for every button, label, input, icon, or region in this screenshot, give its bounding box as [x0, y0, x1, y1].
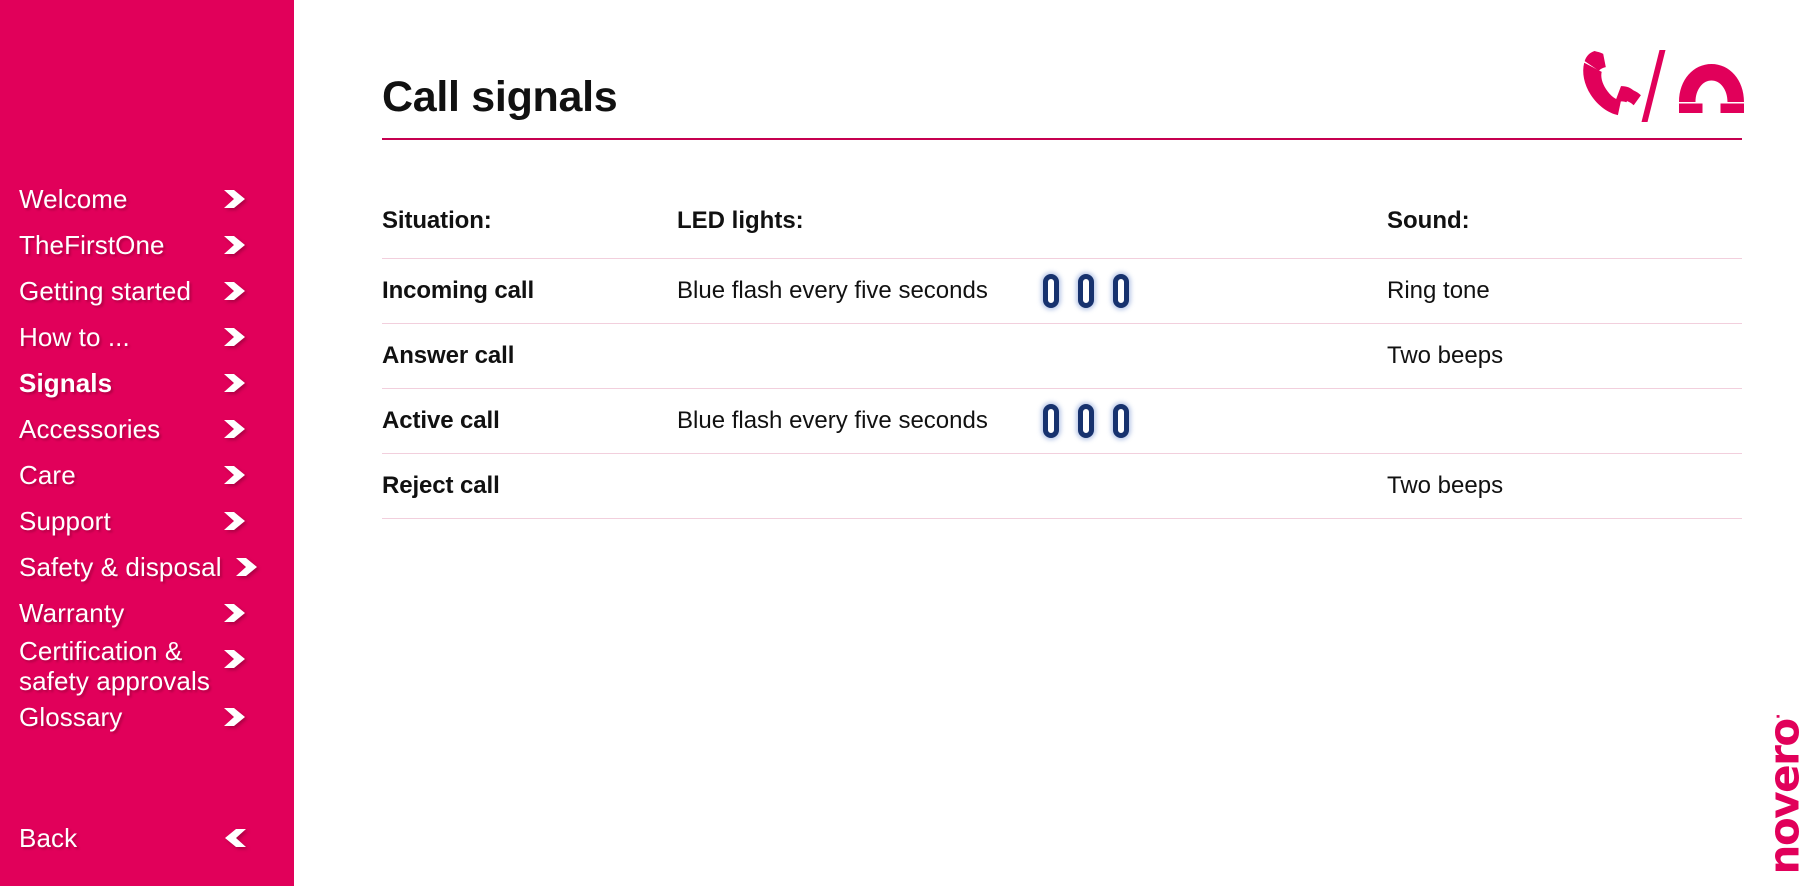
- chevron-right-icon: [224, 189, 246, 209]
- registered-mark: ·: [1769, 713, 1788, 720]
- sidebar-item-label: Glossary: [19, 702, 123, 732]
- cell-situation: Active call: [382, 407, 500, 434]
- chevron-right-icon: [224, 419, 246, 439]
- chevron-right-icon: [224, 235, 246, 255]
- chevron-right-icon: [224, 465, 246, 485]
- led-indicator: [1112, 404, 1129, 438]
- table-row: Active call Blue flash every five second…: [382, 389, 1742, 454]
- sidebar-item-getting-started[interactable]: Getting started: [0, 268, 294, 314]
- column-header-led-lights: LED lights:: [677, 207, 804, 234]
- chevron-right-icon: [236, 557, 258, 577]
- column-header-sound: Sound:: [1387, 207, 1470, 234]
- chevron-right-icon: [224, 603, 246, 623]
- chevron-right-icon: [224, 327, 246, 347]
- table-row: Reject call Two beeps: [382, 454, 1742, 519]
- sidebar-item-label: TheFirstOne: [19, 230, 165, 260]
- sidebar-item-label: Warranty: [19, 598, 125, 628]
- led-indicator-group: [1042, 274, 1129, 308]
- chevron-left-icon: [224, 828, 246, 848]
- led-indicator: [1077, 404, 1094, 438]
- title-divider: [382, 138, 1742, 140]
- sidebar-back-button[interactable]: Back: [0, 815, 294, 861]
- sidebar-item-glossary[interactable]: Glossary: [0, 694, 294, 740]
- call-handset-slash-hangup-icon: [1569, 48, 1744, 126]
- led-indicator: [1042, 404, 1059, 438]
- chevron-right-icon: [224, 373, 246, 393]
- sidebar-item-welcome[interactable]: Welcome: [0, 176, 294, 222]
- sidebar-item-care[interactable]: Care: [0, 452, 294, 498]
- sidebar-back-label: Back: [19, 823, 78, 853]
- sidebar-item-label: Welcome: [19, 184, 128, 214]
- led-indicator: [1077, 274, 1094, 308]
- led-indicator-group: [1042, 404, 1129, 438]
- chevron-right-icon: [224, 649, 246, 669]
- sidebar-item-label: Safety & disposal: [19, 552, 222, 582]
- cell-situation: Incoming call: [382, 277, 535, 304]
- cell-led-lights: Blue flash every five seconds: [677, 274, 1387, 308]
- sidebar-item-thefirstone[interactable]: TheFirstOne: [0, 222, 294, 268]
- sidebar-item-label: Care: [19, 460, 76, 490]
- signal-table: Situation: LED lights: Sound: Incoming c…: [382, 207, 1742, 519]
- chevron-right-icon: [224, 511, 246, 531]
- led-indicator: [1042, 274, 1059, 308]
- sidebar-item-label: Support: [19, 506, 111, 536]
- sidebar-item-support[interactable]: Support: [0, 498, 294, 544]
- main-content: Call signals Situation: LED lights: Soun…: [294, 0, 1813, 886]
- sidebar-item-label: Getting started: [19, 276, 192, 306]
- cell-situation: Answer call: [382, 342, 515, 369]
- sidebar-item-signals[interactable]: Signals: [0, 360, 294, 406]
- cell-led-lights: Blue flash every five seconds: [677, 404, 1387, 438]
- led-indicator: [1112, 274, 1129, 308]
- column-header-situation: Situation:: [382, 207, 492, 234]
- sidebar-item-how-to[interactable]: How to ...: [0, 314, 294, 360]
- cell-sound: Two beeps: [1387, 342, 1504, 369]
- sidebar-item-label: How to ...: [19, 322, 130, 352]
- chevron-right-icon: [224, 707, 246, 727]
- table-row: Answer call Two beeps: [382, 324, 1742, 389]
- cell-sound: Ring tone: [1387, 277, 1490, 304]
- cell-situation: Reject call: [382, 472, 500, 499]
- sidebar-item-warranty[interactable]: Warranty: [0, 590, 294, 636]
- cell-sound: Two beeps: [1387, 472, 1504, 499]
- table-row: Incoming call Blue flash every five seco…: [382, 259, 1742, 324]
- sidebar-item-label: Signals: [19, 368, 113, 398]
- sidebar-item-safety-and-disposal[interactable]: Safety & disposal: [0, 544, 294, 590]
- sidebar-item-accessories[interactable]: Accessories: [0, 406, 294, 452]
- table-header-row: Situation: LED lights: Sound:: [382, 207, 1742, 259]
- sidebar-item-label: Certification & safety approvals: [19, 636, 210, 696]
- novero-logo-text: novero·: [1759, 713, 1809, 875]
- sidebar-item-list: Welcome TheFirstOne Getting started How …: [0, 176, 294, 740]
- sidebar-item-label: Accessories: [19, 414, 161, 444]
- sidebar-navigation: Welcome TheFirstOne Getting started How …: [0, 0, 294, 886]
- sidebar-item-certification-and-safety-approvals[interactable]: Certification & safety approvals: [0, 636, 294, 696]
- chevron-right-icon: [224, 281, 246, 301]
- page-title: Call signals: [382, 73, 618, 121]
- novero-logo: novero·: [1759, 713, 1809, 875]
